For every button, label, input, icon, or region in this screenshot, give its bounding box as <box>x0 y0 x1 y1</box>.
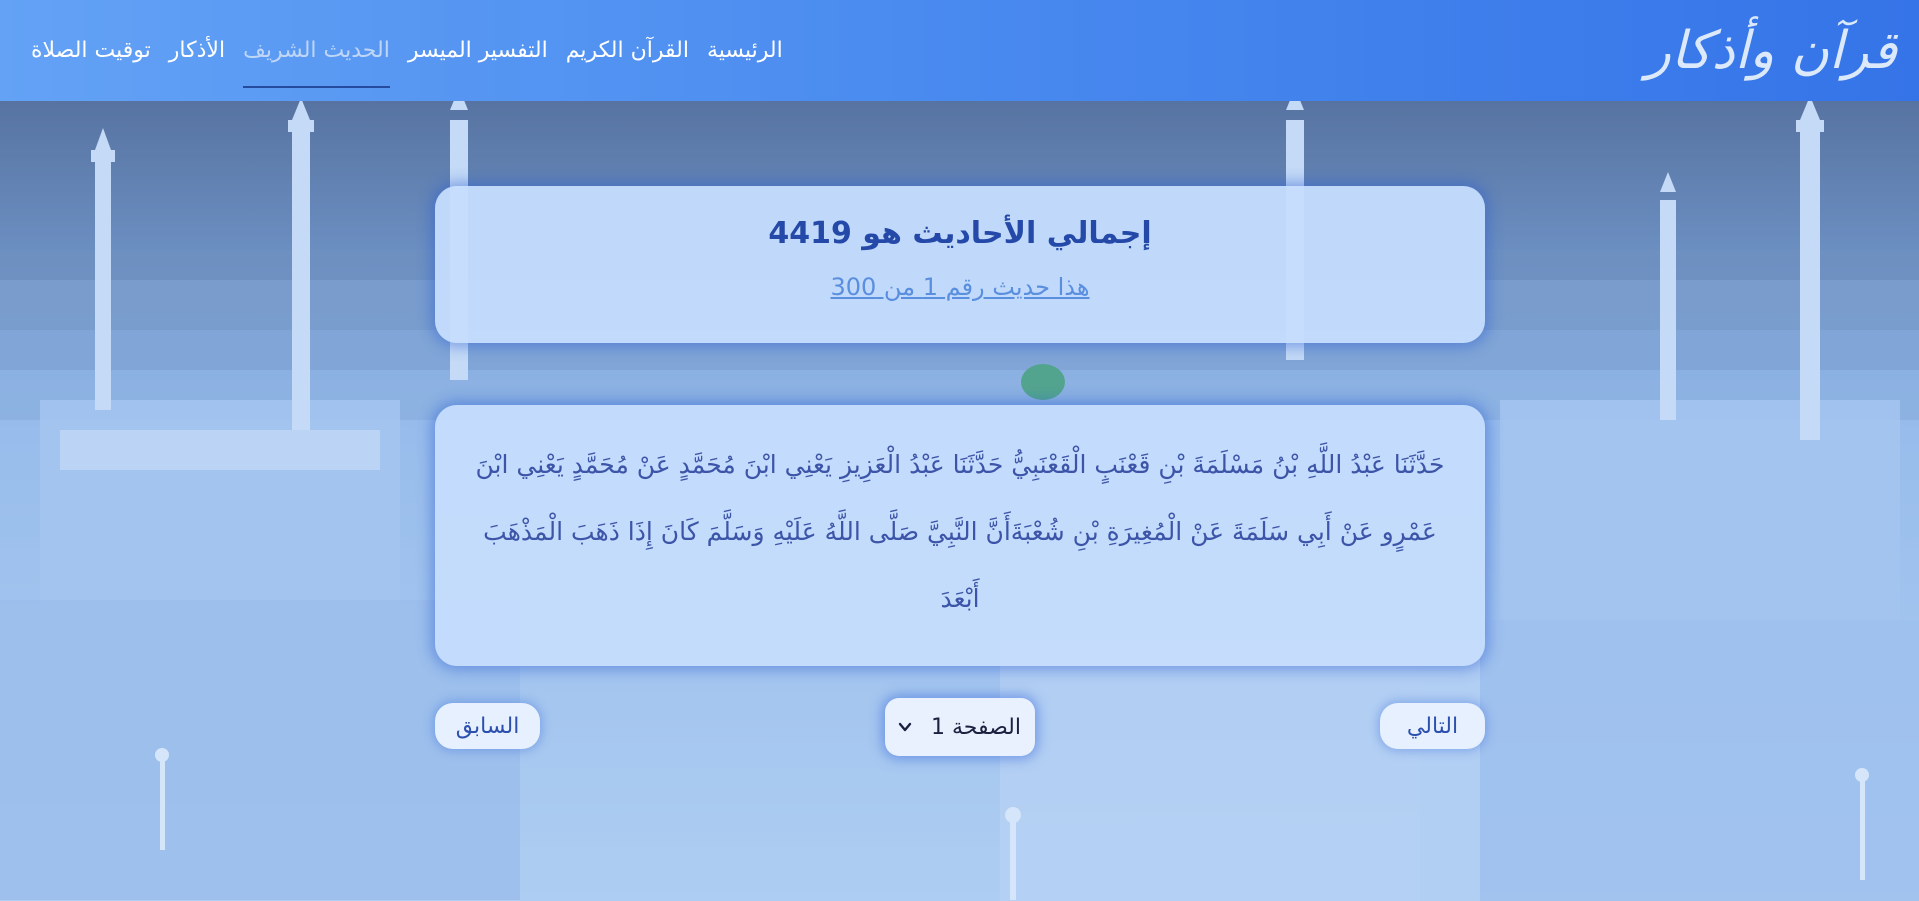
chevron-down-icon <box>897 719 913 735</box>
total-hadith-count: إجمالي الأحاديث هو 4419 <box>768 216 1152 251</box>
hadith-summary-card: إجمالي الأحاديث هو 4419 هذا حديث رقم 1 م… <box>435 186 1485 343</box>
nav-link-prayer-times[interactable]: توقيت الصلاة <box>22 0 160 101</box>
nav-link-tafsir[interactable]: التفسير الميسر <box>399 0 557 101</box>
nav-link-quran[interactable]: القرآن الكريم <box>557 0 698 101</box>
nav-link-home[interactable]: الرئيسية <box>698 0 792 101</box>
hadith-text: حَدَّثَنَا عَبْدُ اللَّهِ بْنُ مَسْلَمَة… <box>475 450 1445 613</box>
previous-button[interactable]: السابق <box>435 703 540 749</box>
top-navbar: قرآن وأذكار الرئيسية القرآن الكريم التفس… <box>0 0 1919 101</box>
page-select-dropdown[interactable]: الصفحة 1 <box>885 698 1035 756</box>
hadith-position-link[interactable]: هذا حديث رقم 1 من 300 <box>830 273 1089 301</box>
next-button[interactable]: التالي <box>1380 703 1485 749</box>
nav-links: الرئيسية القرآن الكريم التفسير الميسر ال… <box>22 0 792 101</box>
page: قرآن وأذكار الرئيسية القرآن الكريم التفس… <box>0 0 1919 901</box>
site-brand-logo[interactable]: قرآن وأذكار <box>1646 21 1897 81</box>
hadith-text-card: حَدَّثَنَا عَبْدُ اللَّهِ بْنُ مَسْلَمَة… <box>435 405 1485 666</box>
nav-link-adhkar[interactable]: الأذكار <box>160 0 234 101</box>
nav-link-hadith[interactable]: الحديث الشريف <box>234 0 399 101</box>
page-select-value: الصفحة 1 <box>930 714 1021 740</box>
